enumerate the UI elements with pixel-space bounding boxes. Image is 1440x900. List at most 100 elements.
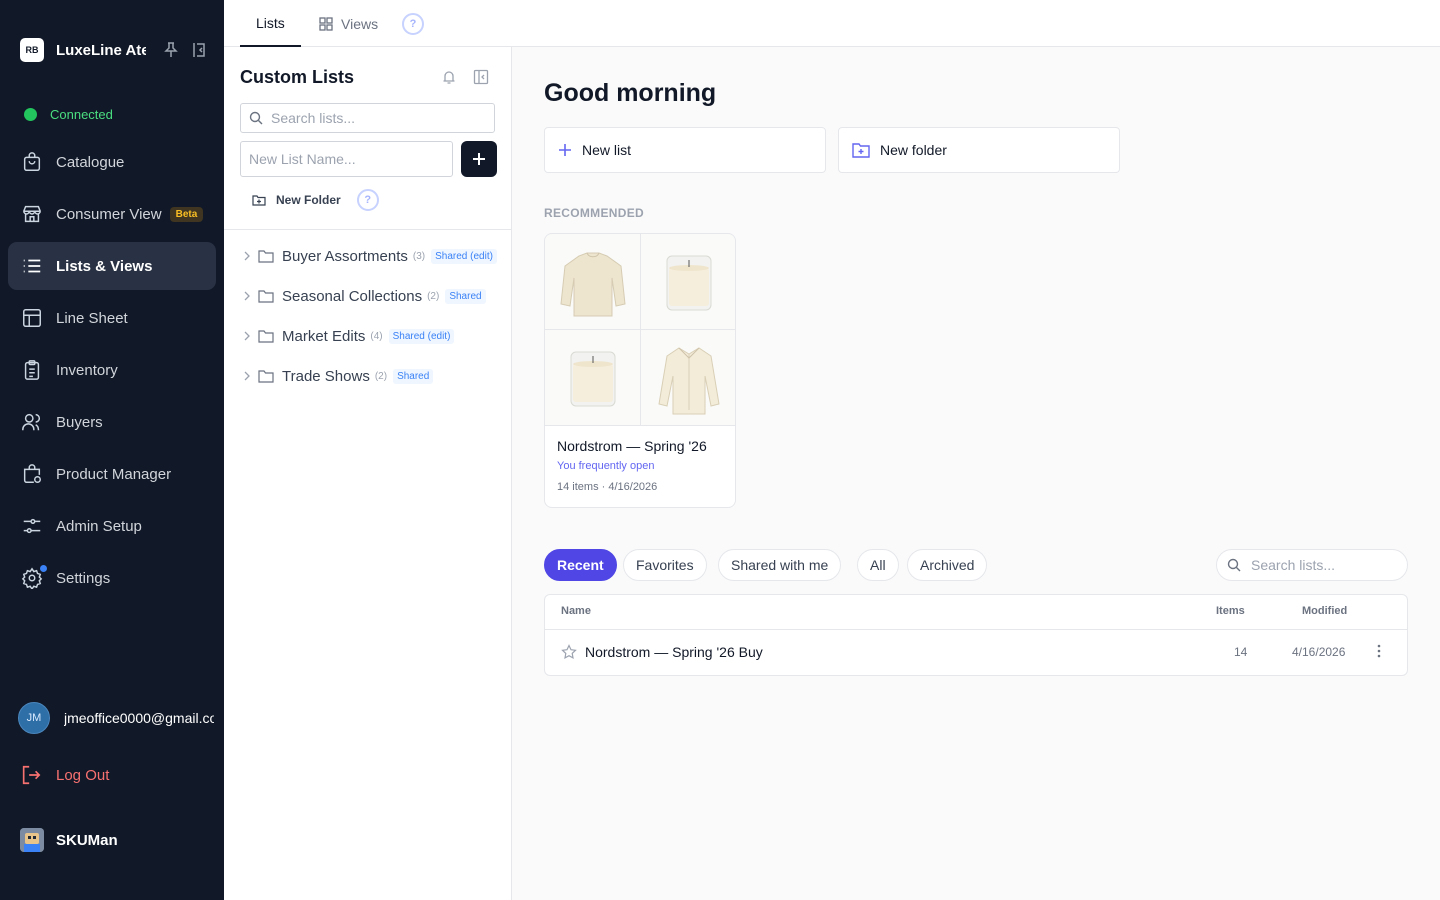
sweater-thumbnail <box>545 234 640 329</box>
folder-name: Seasonal Collections <box>282 287 423 305</box>
brand-name: LuxeLine Atelier <box>56 41 146 59</box>
filter-recent[interactable]: Recent <box>544 549 617 581</box>
nav-item-line-sheet[interactable]: Line Sheet <box>8 294 216 342</box>
folder-row[interactable]: Seasonal Collections (2) Shared <box>242 284 497 308</box>
chevron-right-icon[interactable] <box>242 331 252 341</box>
nav-label: Buyers <box>56 413 103 431</box>
card-meta: 14 items · 4/16/2026 <box>557 481 658 493</box>
logout-label: Log Out <box>56 766 110 784</box>
nav-label: Product Manager <box>56 465 172 483</box>
star-icon[interactable] <box>561 644 577 660</box>
plus-icon <box>473 153 485 165</box>
folder-row[interactable]: Market Edits (4) Shared (edit) <box>242 324 497 348</box>
help-icon[interactable]: ? <box>356 189 379 211</box>
tabs-help-button[interactable]: ? <box>402 0 424 47</box>
chevron-right-icon[interactable] <box>242 251 252 261</box>
nav-item-catalogue[interactable]: Catalogue <box>8 138 216 186</box>
greeting: Good morning <box>544 79 717 107</box>
store-icon <box>23 205 41 223</box>
candle-thumbnail <box>545 330 640 425</box>
new-list-name-field <box>240 141 453 177</box>
tab-label: Lists <box>256 14 285 31</box>
collapse-sidebar-icon[interactable] <box>192 42 206 58</box>
column-header-items[interactable]: Items <box>1216 605 1245 617</box>
chevron-right-icon[interactable] <box>242 371 252 381</box>
nav-item-buyers[interactable]: Buyers <box>8 398 216 446</box>
top-tabs: Lists Views ? <box>224 0 1440 47</box>
pin-icon[interactable] <box>164 42 178 58</box>
panel-search-input[interactable] <box>271 110 494 126</box>
new-list-name-input[interactable] <box>249 151 452 167</box>
nav-item-lists-views[interactable]: Lists & Views <box>8 242 216 290</box>
thumbnail-grid <box>545 234 735 426</box>
new-folder-label: New folder <box>880 142 947 158</box>
connection-status: Connected <box>24 107 113 122</box>
custom-lists-panel: Custom Lists New Folder ? Buyer Assortme… <box>224 47 512 900</box>
filter-favorites[interactable]: Favorites <box>623 549 707 581</box>
nav-label: Lists & Views <box>56 257 153 275</box>
list-search <box>1216 549 1408 581</box>
nav-label: Line Sheet <box>56 309 128 327</box>
folder-count: (3) <box>412 250 426 262</box>
search-icon <box>1227 558 1241 572</box>
bell-icon[interactable] <box>441 69 457 85</box>
folder-count: (4) <box>370 330 383 342</box>
brand-logo: RB <box>20 38 44 62</box>
users-icon <box>22 413 41 431</box>
plus-icon <box>559 144 571 156</box>
nav-item-consumer-view[interactable]: Consumer View Beta <box>8 190 216 238</box>
row-modified: 4/16/2026 <box>1292 645 1346 659</box>
folder-name: Buyer Assortments <box>282 247 408 265</box>
recommended-list-card[interactable]: Nordstrom — Spring '26 You frequently op… <box>544 233 736 508</box>
nav-item-product-manager[interactable]: Product Manager <box>8 450 216 498</box>
row-name: Nordstrom — Spring '26 Buy <box>585 644 763 660</box>
new-list-button[interactable]: New list <box>544 127 826 173</box>
tab-label: Views <box>341 15 379 32</box>
card-subtitle: You frequently open <box>557 460 655 472</box>
more-options-icon[interactable] <box>1375 643 1383 659</box>
candle-thumbnail <box>641 234 735 329</box>
search-icon <box>249 111 263 125</box>
column-header-name[interactable]: Name <box>561 605 591 617</box>
app-branding: SKUMan <box>20 828 118 852</box>
lists-table: Name Items Modified Nordstrom — Spring '… <box>544 594 1408 676</box>
shared-badge: Shared <box>445 288 486 304</box>
sidebar: RB LuxeLine Atelier Connected Catalogue … <box>0 0 224 900</box>
divider <box>224 229 512 230</box>
nav-label: Settings <box>56 569 111 587</box>
folder-name: Market Edits <box>282 327 366 345</box>
sliders-icon <box>23 518 41 534</box>
layout-icon <box>23 309 41 327</box>
tab-views[interactable]: Views <box>319 0 378 47</box>
folder-icon <box>258 290 274 303</box>
panel-title: Custom Lists <box>240 67 355 87</box>
nav-item-admin-setup[interactable]: Admin Setup <box>8 502 216 550</box>
folder-row[interactable]: Trade Shows (2) Shared <box>242 364 497 388</box>
folder-icon <box>258 330 274 343</box>
chevron-right-icon[interactable] <box>242 291 252 301</box>
add-list-button[interactable] <box>461 141 497 177</box>
new-folder-button[interactable]: New folder <box>838 127 1120 173</box>
nav-item-settings[interactable]: Settings <box>8 554 216 602</box>
filter-shared-with-me[interactable]: Shared with me <box>718 549 842 581</box>
new-folder-button[interactable]: New Folder ? <box>252 189 379 211</box>
list-search-input[interactable] <box>1251 557 1407 573</box>
panel-search <box>240 103 495 133</box>
new-list-label: New list <box>582 142 632 158</box>
help-icon: ? <box>402 12 424 35</box>
shared-badge: Shared (edit) <box>431 248 497 264</box>
beta-badge: Beta <box>169 206 204 222</box>
user-account[interactable]: JM jmeoffice0000@gmail.com <box>18 702 218 734</box>
filter-archived[interactable]: Archived <box>907 549 988 581</box>
collapse-panel-icon[interactable] <box>473 69 489 85</box>
logout-button[interactable]: Log Out <box>20 764 109 786</box>
filter-all[interactable]: All <box>857 549 899 581</box>
nav-item-inventory[interactable]: Inventory <box>8 346 216 394</box>
new-folder-label: New Folder <box>276 193 341 207</box>
tab-lists[interactable]: Lists <box>240 0 301 47</box>
folder-name: Trade Shows <box>282 367 370 385</box>
folder-row[interactable]: Buyer Assortments (3) Shared (edit) <box>242 244 497 268</box>
nav-label: Inventory <box>56 361 118 379</box>
brand[interactable]: RB LuxeLine Atelier <box>20 38 216 62</box>
column-header-modified[interactable]: Modified <box>1302 605 1347 617</box>
